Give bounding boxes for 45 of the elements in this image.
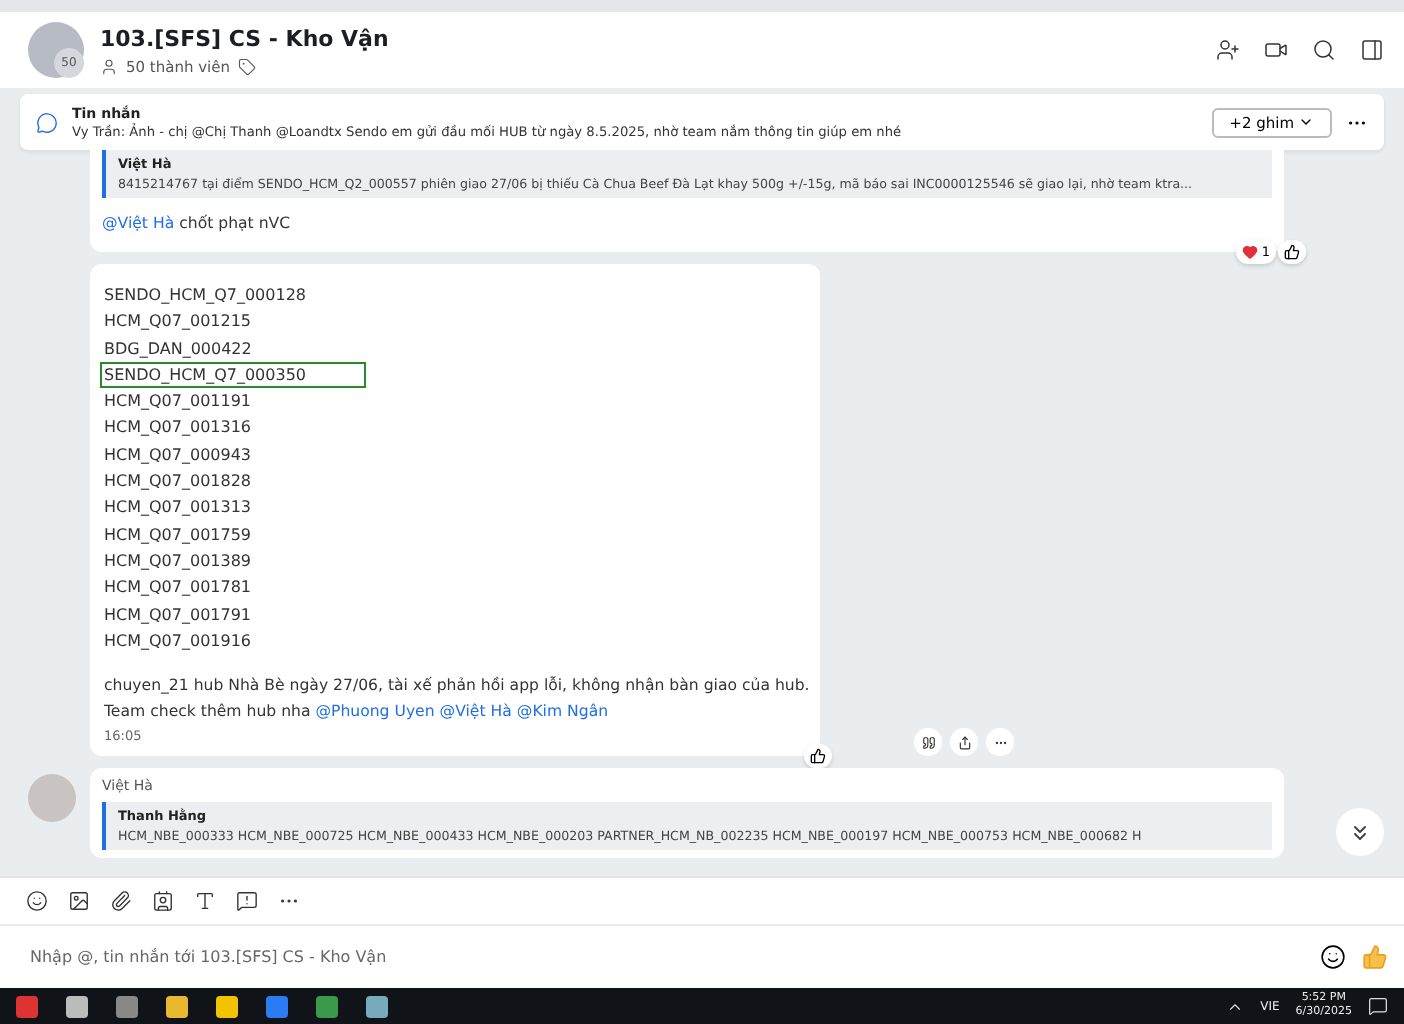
code-line: HCM_Q07_001389 bbox=[102, 549, 254, 574]
notification-icon[interactable] bbox=[1368, 996, 1388, 1016]
app-icon[interactable] bbox=[366, 995, 388, 1017]
message-composer[interactable]: Nhập @, tin nhắn tới 103.[SFS] CS - Kho Vận bbox=[0, 924, 1404, 988]
code-line: HCM_Q07_001916 bbox=[102, 629, 254, 654]
contact-card-icon[interactable] bbox=[152, 890, 174, 912]
sticker-icon[interactable] bbox=[26, 890, 48, 912]
emoji-icon[interactable] bbox=[1320, 944, 1346, 970]
side-panel-icon[interactable] bbox=[1360, 38, 1384, 62]
quote-button[interactable] bbox=[914, 728, 942, 757]
group-title: 103.[SFS] CS - Kho Vận bbox=[100, 25, 389, 51]
video-call-icon[interactable] bbox=[1264, 38, 1288, 62]
tag-icon[interactable] bbox=[238, 57, 256, 75]
code-line: HCM_Q07_001781 bbox=[102, 576, 254, 601]
code-line: HCM_Q07_001791 bbox=[102, 603, 254, 628]
caret-icon bbox=[1298, 114, 1314, 130]
thumbs-up-icon[interactable] bbox=[1362, 944, 1388, 970]
code-line: HCM_Q07_001191 bbox=[102, 390, 254, 415]
share-button[interactable] bbox=[950, 728, 978, 757]
add-member-icon[interactable] bbox=[1216, 38, 1240, 62]
like-button[interactable] bbox=[804, 744, 832, 769]
message-icon bbox=[36, 111, 58, 133]
code-line: BDG_DAN_000422 bbox=[102, 337, 254, 362]
code-line: SENDO_HCM_Q7_000128 bbox=[102, 284, 309, 308]
code-line: HCM_Q07_001316 bbox=[102, 416, 254, 441]
scroll-down-button[interactable] bbox=[1336, 808, 1384, 856]
code-line: HCM_Q07_000943 bbox=[102, 443, 254, 468]
paperclip-icon[interactable] bbox=[110, 890, 132, 912]
code-line: HCM_Q07_001215 bbox=[102, 310, 254, 335]
code-line: HCM_Q07_001828 bbox=[102, 470, 254, 495]
app-icon[interactable] bbox=[66, 995, 88, 1017]
search-icon[interactable] bbox=[1312, 38, 1336, 62]
quote-icon bbox=[921, 735, 935, 750]
code-line: HCM_Q07_001759 bbox=[102, 523, 254, 548]
reminder-icon[interactable] bbox=[236, 890, 258, 912]
user-icon bbox=[100, 57, 118, 75]
heart-icon bbox=[1241, 244, 1258, 260]
image-icon[interactable] bbox=[68, 890, 90, 912]
app-icon[interactable] bbox=[16, 995, 38, 1017]
thumbs-up-icon bbox=[1284, 244, 1300, 260]
like-button[interactable] bbox=[1278, 240, 1306, 264]
thumbs-up-icon bbox=[810, 748, 826, 765]
text-format-icon[interactable] bbox=[194, 890, 216, 912]
code-line: HCM_Q07_001313 bbox=[102, 496, 254, 521]
share-icon bbox=[957, 735, 971, 750]
